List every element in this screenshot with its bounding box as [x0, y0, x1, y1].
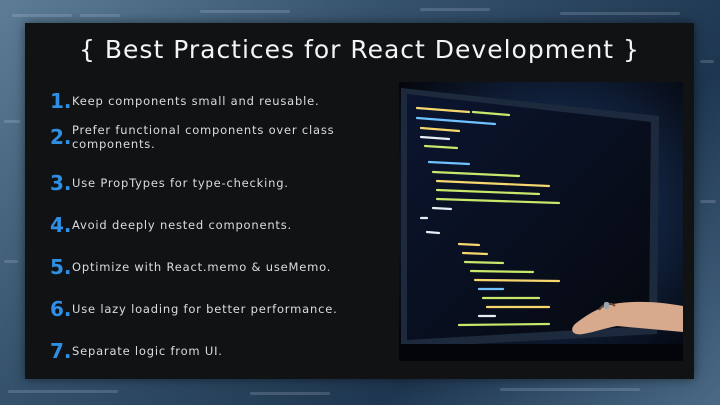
list-item: 4. Avoid deeply nested components.: [50, 213, 395, 237]
list-item: 7. Separate logic from UI.: [50, 339, 395, 363]
list-item: 6. Use lazy loading for better performan…: [50, 297, 395, 321]
item-number: 4.: [50, 213, 72, 237]
item-text: Avoid deeply nested components.: [72, 218, 292, 232]
item-text: Use PropTypes for type-checking.: [72, 176, 289, 190]
item-text: Separate logic from UI.: [72, 344, 223, 358]
monitor-illustration: [399, 82, 683, 361]
item-text: Keep components small and reusable.: [72, 94, 320, 108]
item-number: 7.: [50, 339, 72, 363]
item-text: Prefer functional components over class …: [72, 123, 335, 151]
content-panel: { Best Practices for React Development }…: [25, 23, 694, 379]
item-number: 2.: [50, 125, 72, 149]
item-number: 3.: [50, 171, 72, 195]
item-text: Use lazy loading for better performance.: [72, 302, 338, 316]
item-number: 6.: [50, 297, 72, 321]
monitor-with-code-and-hand-icon: [399, 82, 683, 361]
list-item: 2. Prefer functional components over cla…: [50, 123, 395, 151]
slide-title: { Best Practices for React Development }: [79, 35, 640, 64]
item-number: 5.: [50, 255, 72, 279]
item-number: 1.: [50, 89, 72, 113]
list-item: 3. Use PropTypes for type-checking.: [50, 171, 395, 195]
list-item: 5. Optimize with React.memo & useMemo.: [50, 255, 395, 279]
item-text: Optimize with React.memo & useMemo.: [72, 260, 332, 274]
list-item: 1. Keep components small and reusable.: [50, 89, 395, 113]
